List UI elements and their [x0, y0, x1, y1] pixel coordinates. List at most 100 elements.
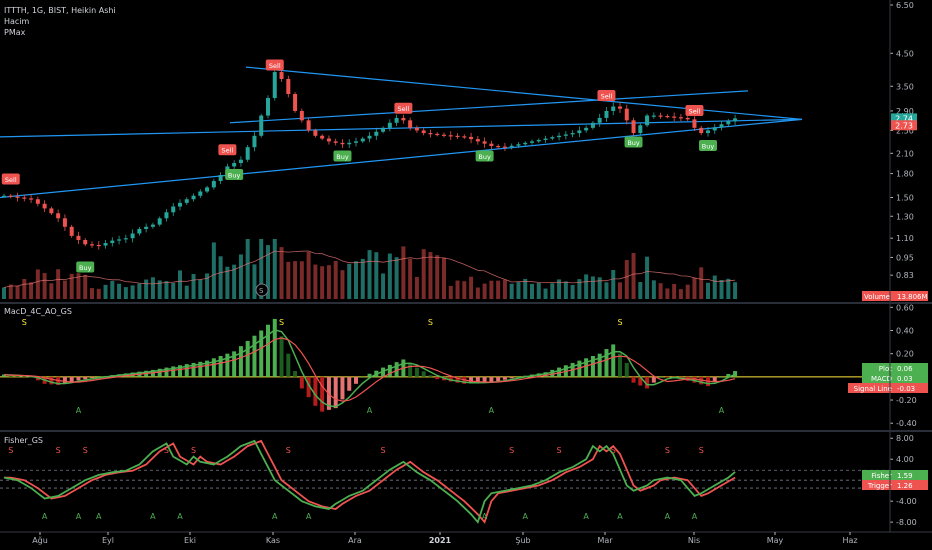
fisher-buy-signal: A: [76, 512, 82, 521]
candle-body: [618, 106, 622, 109]
candle-body: [367, 135, 372, 139]
candle-body: [15, 196, 20, 198]
candle-body: [455, 135, 460, 137]
volume-bar: [218, 256, 223, 299]
volume-bar: [665, 288, 670, 299]
candle-body: [360, 138, 365, 142]
candle-body: [232, 163, 237, 167]
trading-chart[interactable]: 6.504.503.502.902.502.101.801.501.301.10…: [0, 0, 932, 550]
macd-buy-signal: A: [489, 406, 495, 415]
macd-buy-signal: A: [367, 406, 373, 415]
sell-marker: Sell: [1, 173, 20, 185]
volume-bar: [509, 283, 514, 299]
volume-bar: [137, 283, 142, 299]
candle-body: [299, 110, 304, 121]
volume-bar: [414, 276, 419, 299]
fisher-tick-label: -4.00: [896, 497, 917, 506]
marker-label: Sell: [398, 105, 410, 113]
candle-body: [570, 133, 575, 135]
candle-body: [604, 110, 609, 118]
candle-body: [340, 142, 345, 145]
candle-body: [205, 187, 210, 192]
fisher-legend-name: Fisher: [871, 472, 892, 480]
volume-bar: [333, 260, 338, 299]
candle-body: [333, 141, 338, 143]
macd-histogram-bar: [428, 375, 433, 377]
fisher-sell-signal: S: [665, 446, 670, 455]
candle-body: [448, 135, 453, 137]
time-tick-label: Nis: [688, 536, 700, 545]
macd-histogram-bar: [252, 335, 257, 377]
candle-body: [293, 93, 298, 111]
fisher-buy-signal: A: [150, 512, 156, 521]
volume-bar: [401, 246, 406, 299]
macd-histogram-bar: [293, 371, 298, 377]
fisher-sell-signal: S: [699, 446, 704, 455]
volume-legend-value: 13.806M: [897, 293, 928, 301]
macd-histogram-bar: [340, 376, 345, 400]
macd-histogram-bar: [651, 376, 656, 383]
fisher-legend-name: Trigger: [867, 482, 892, 490]
candle-body: [557, 135, 562, 138]
volume-bar: [604, 282, 609, 299]
candle-body: [408, 120, 413, 128]
candle-body: [509, 145, 514, 148]
time-tick-label: Ara: [348, 536, 362, 545]
candle-body: [218, 175, 223, 182]
price-tick-label: 3.50: [896, 82, 914, 91]
price-tick-label: 4.50: [896, 49, 914, 58]
candle-body: [245, 147, 250, 160]
volume-bar: [164, 281, 169, 299]
candle-body: [90, 244, 94, 246]
candle: [631, 117, 636, 136]
candle-body: [144, 226, 149, 229]
volume-bar: [252, 264, 257, 299]
volume-bar: [367, 250, 372, 299]
fisher-buy-signal: A: [692, 512, 698, 521]
candle-body: [347, 142, 352, 145]
candle-body: [238, 159, 243, 164]
fisher-tick-label: 8.00: [896, 434, 914, 443]
volume-bar: [96, 288, 101, 299]
volume-bar: [184, 285, 189, 299]
macd-histogram-bar: [719, 376, 724, 378]
marker-label: Sell: [269, 62, 281, 70]
volume-bar: [726, 278, 731, 299]
candle-body: [150, 224, 155, 227]
marker-label: Sell: [222, 147, 234, 155]
volume-bar: [651, 280, 656, 299]
macd-histogram-bar: [62, 376, 67, 384]
time-tick-label: Şub: [515, 536, 530, 545]
marker-label: Buy: [627, 139, 640, 147]
candle-body: [286, 78, 291, 94]
volume-bar: [123, 287, 128, 299]
candle-body: [584, 127, 589, 131]
volume-bar: [624, 260, 629, 299]
volume-bar: [15, 285, 20, 299]
candle-body: [672, 116, 677, 118]
buy-marker: Buy: [333, 150, 352, 162]
volume-legend: Volume 13.806M: [862, 291, 928, 301]
candle-body: [266, 98, 270, 116]
fisher-buy-signal: A: [272, 512, 278, 521]
macd-histogram-bar: [272, 318, 277, 377]
candle-body: [496, 146, 501, 148]
macd-histogram-bar: [299, 376, 304, 389]
fisher-buy-signal: A: [522, 512, 528, 521]
volume-bar: [475, 287, 480, 299]
macd-histogram-bar: [387, 364, 392, 377]
candle-body: [563, 134, 568, 136]
volume-bar: [340, 270, 345, 299]
marker-label: Buy: [702, 143, 715, 151]
volume-bar: [530, 283, 534, 299]
time-tick-label: Eyl: [102, 536, 114, 545]
buy-marker: Buy: [475, 150, 494, 162]
candle-body: [29, 198, 34, 200]
volume-bar: [638, 282, 643, 299]
candle-body: [530, 141, 534, 143]
volume-bar: [313, 264, 318, 299]
macd-sell-signal: S: [279, 318, 284, 327]
fisher-sell-signal: S: [557, 446, 562, 455]
marker-label: Buy: [478, 153, 491, 161]
volume-bar: [645, 256, 650, 299]
